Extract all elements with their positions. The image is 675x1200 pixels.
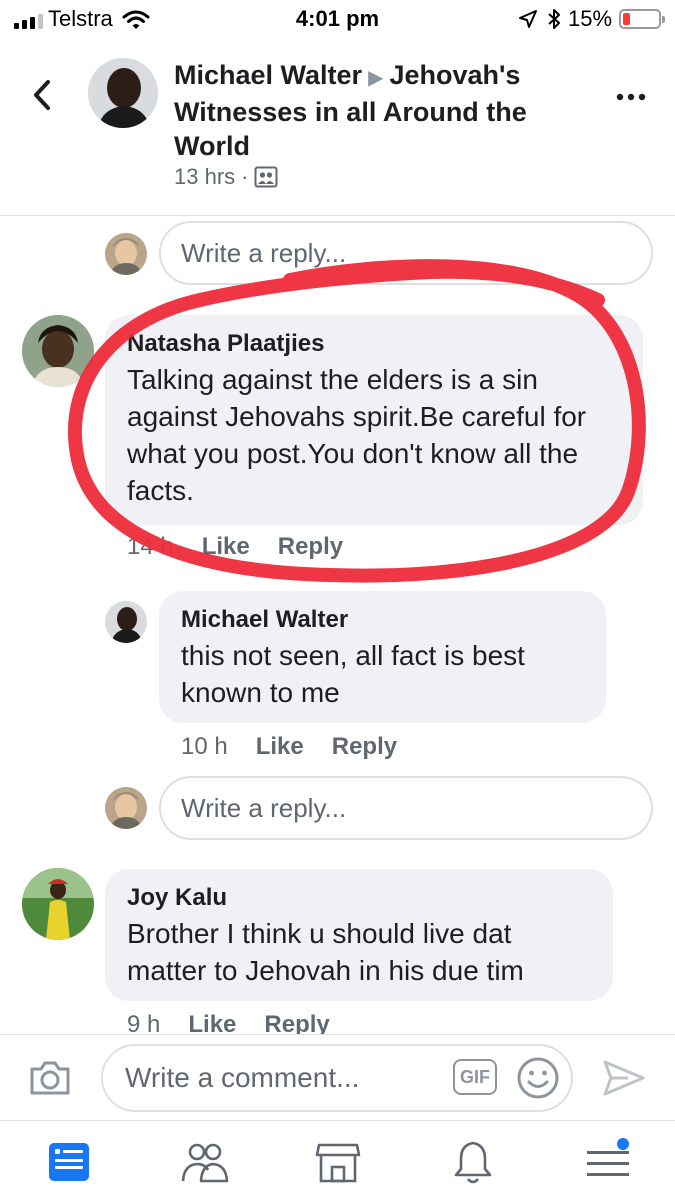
comment-actions-natasha: 14 h Like Reply [127,533,343,561]
comment-bubble-natasha[interactable]: Natasha Plaatjies Talking against the el… [105,315,643,525]
back-icon[interactable] [30,78,54,112]
more-icon[interactable] [616,92,646,102]
author-avatar[interactable] [88,58,158,128]
comment-author[interactable]: Joy Kalu [127,883,593,913]
comment-composer: Write a comment... GIF [0,1034,675,1120]
notifications-icon[interactable] [448,1137,498,1187]
comment-author[interactable]: Michael Walter [181,605,586,635]
comment-time: 10 h [181,733,228,760]
comment-text: Talking against the elders is a sin agai… [127,364,587,506]
like-button[interactable]: Like [256,733,304,761]
commenter-avatar-joy[interactable] [22,868,94,940]
emoji-icon[interactable] [516,1056,560,1100]
reply-input-top[interactable]: Write a reply... [159,221,653,285]
location-icon [519,10,537,28]
tab-bar [0,1120,675,1200]
post-time[interactable]: 13 hrs [174,164,235,190]
post-meta: 13 hrs · [174,164,278,190]
commenter-avatar-michael[interactable] [105,601,147,643]
reply-button[interactable]: Reply [332,733,397,761]
comment-input[interactable]: Write a comment... GIF [101,1044,573,1112]
reply-placeholder: Write a reply... [181,793,347,823]
battery-icon [619,9,665,29]
comment-text: Brother I think u should live dat matter… [127,918,524,986]
news-feed-icon[interactable] [44,1137,94,1187]
camera-icon[interactable] [28,1059,72,1097]
my-avatar [105,233,147,275]
marketplace-icon[interactable] [313,1137,363,1187]
commenter-avatar-natasha[interactable] [22,315,94,387]
menu-icon[interactable] [583,1137,633,1187]
reply-button[interactable]: Reply [278,533,343,561]
like-button[interactable]: Like [202,533,250,561]
post-header: Michael Walter ▶ Jehovah's Witnesses in al… [0,40,675,216]
comment-time: 14 h [127,533,174,560]
bluetooth-icon [548,9,560,29]
comment-text: this not seen, all fact is best known to… [181,640,525,708]
comment-actions-michael: 10 h Like Reply [181,733,397,761]
gif-icon[interactable]: GIF [453,1059,497,1095]
comment-placeholder: Write a comment... [125,1062,360,1093]
triangle-arrow-icon: ▶ [368,67,384,89]
status-bar: Telstra 4:01 pm 15% [0,0,675,40]
my-avatar [105,787,147,829]
battery-percent: 15% [568,6,613,31]
comment-author[interactable]: Natasha Plaatjies [127,329,623,359]
comment-bubble-joy[interactable]: Joy Kalu Brother I think u should live d… [105,869,613,1001]
group-icon [254,166,278,188]
send-icon[interactable] [602,1059,646,1097]
reply-placeholder-top: Write a reply... [181,238,347,268]
post-author[interactable]: Michael Walter [174,60,362,90]
meta-separator: · [241,164,249,189]
friends-icon[interactable] [180,1137,230,1187]
post-title: Michael Walter ▶ Jehovah's Witnesses in al… [174,58,584,163]
comment-bubble-michael[interactable]: Michael Walter this not seen, all fact i… [159,591,606,723]
reply-input[interactable]: Write a reply... [159,776,653,840]
